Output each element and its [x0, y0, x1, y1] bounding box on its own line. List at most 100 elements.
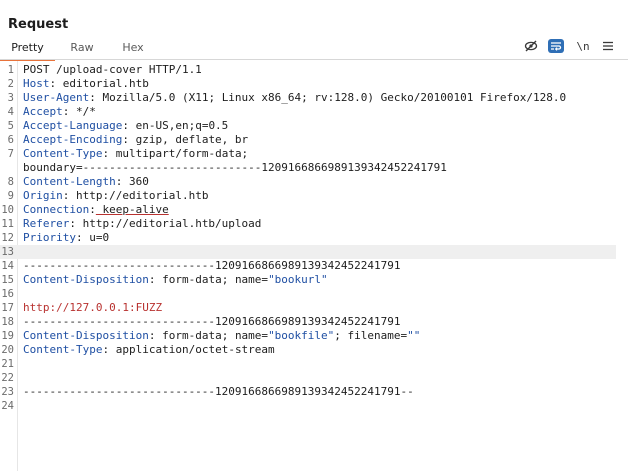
code-line[interactable]: 15 Content-Disposition: form-data; name="… [0, 273, 616, 287]
code-line[interactable]: 14 -----------------------------120916686… [0, 259, 616, 273]
line-number: 19 [1, 330, 14, 342]
line-number: 4 [7, 106, 14, 118]
line-number: 14 [1, 260, 14, 272]
code-line[interactable]: 2 Host: editorial.htb [0, 77, 616, 91]
header-value: form-data; name= [155, 273, 269, 286]
code-line[interactable]: 10 Connection: keep-alive [0, 203, 616, 217]
line-number: 17 [1, 302, 14, 314]
code-text: Accept: */* [23, 105, 96, 119]
code-line[interactable]: 17 http://127.0.0.1:FUZZ [0, 301, 616, 315]
tab-pretty[interactable]: Pretty [0, 38, 55, 61]
code-line[interactable]: 18 -----------------------------120916686… [0, 315, 616, 329]
code-line[interactable]: 7 Content-Type: multipart/form-data; [0, 147, 616, 161]
code-text: Content-Type: application/octet-stream [23, 343, 275, 357]
plain-text: -----------------------------12091668669… [23, 259, 401, 272]
code-line[interactable]: 5 Accept-Language: en-US,en;q=0.5 [0, 119, 616, 133]
quoted-value: "bookurl" [268, 273, 328, 286]
line-number: 10 [1, 204, 14, 216]
code-line[interactable]: 1 POST /upload-cover HTTP/1.1 [0, 63, 616, 77]
line-number: 11 [1, 218, 14, 230]
code-line[interactable]: 19 Content-Disposition: form-data; name="… [0, 329, 616, 343]
header-key: Accept-Language [23, 119, 123, 132]
code-line[interactable]: 12 Priority: u=0 [0, 231, 616, 245]
line-number: 24 [1, 400, 14, 412]
code-line[interactable]: 3 User-Agent: Mozilla/5.0 (X11; Linux x86… [0, 91, 616, 105]
code-text: Connection: keep-alive [23, 203, 169, 217]
header-key: Connection [23, 203, 90, 216]
code-text: boundary=---------------------------1209… [23, 161, 447, 175]
line-number: 16 [1, 288, 14, 300]
code-text: Content-Disposition: form-data; name="bo… [23, 273, 328, 287]
code-line[interactable]: 4 Accept: */* [0, 105, 616, 119]
code-text: Referer: http://editorial.htb/upload [23, 217, 261, 231]
header-key: Content-Disposition [23, 329, 149, 342]
header-key: Accept [23, 105, 63, 118]
header-separator: : [69, 217, 76, 230]
tab-raw[interactable]: Raw [62, 38, 102, 59]
line-number: 9 [7, 190, 14, 202]
plain-text: -----------------------------12091668669… [23, 315, 401, 328]
header-value: en-US,en;q=0.5 [128, 119, 229, 132]
header-value: Mozilla/5.0 (X11; Linux x86_64; rv:128.0… [95, 91, 567, 104]
line-number: 18 [1, 316, 14, 328]
header-separator: : [75, 231, 83, 244]
header-value: keep-alive [95, 203, 169, 216]
header-value: form-data; name= [155, 329, 269, 342]
code-text: Priority: u=0 [23, 231, 109, 245]
code-text: User-Agent: Mozilla/5.0 (X11; Linux x86_… [23, 91, 566, 105]
header-key: Priority [23, 231, 76, 244]
plain-text: -----------------------------12091668669… [23, 385, 414, 398]
code-line[interactable]: 11 Referer: http://editorial.htb/upload [0, 217, 616, 231]
line-number: 8 [7, 176, 14, 188]
header-value: multipart/form-data; [109, 147, 249, 160]
code-line[interactable]: 21 [0, 357, 616, 371]
header-key: Content-Length [23, 175, 116, 188]
header-key: Accept-Encoding [23, 133, 123, 146]
code-text: -----------------------------12091668669… [23, 259, 401, 273]
code-line[interactable]: 8 Content-Length: 360 [0, 175, 616, 189]
code-line[interactable]: 16 [0, 287, 616, 301]
header-separator: : [89, 91, 96, 104]
show-newlines-toggle[interactable]: \n [575, 39, 591, 53]
plain-text: POST /upload-cover HTTP/1.1 [23, 63, 202, 76]
header-key: User-Agent [23, 91, 90, 104]
header-key: Content-Disposition [23, 273, 149, 286]
code-text: Content-Disposition: form-data; name="bo… [23, 329, 420, 343]
code-line[interactable]: boundary=---------------------------1209… [0, 161, 616, 175]
text-wrap-icon[interactable] [548, 39, 564, 53]
quoted-value: "bookfile" [268, 329, 335, 342]
hamburger-menu-icon[interactable] [600, 39, 616, 53]
eye-slash-icon[interactable] [523, 39, 539, 53]
header-value-extra: ; filename= [334, 329, 408, 342]
tab-hex[interactable]: Hex [114, 38, 152, 59]
code-line[interactable]: 22 [0, 371, 616, 385]
code-line[interactable]: 23 -----------------------------120916686… [0, 385, 616, 399]
code-text: Origin: http://editorial.htb [23, 189, 208, 203]
code-line[interactable]: 9 Origin: http://editorial.htb [0, 189, 616, 203]
code-text: Accept-Encoding: gzip, deflate, br [23, 133, 248, 147]
header-value: 360 [122, 175, 149, 188]
code-text: -----------------------------12091668669… [23, 385, 414, 399]
line-number: 12 [1, 232, 14, 244]
header-value: gzip, deflate, br [128, 133, 249, 146]
header-value: http://editorial.htb/upload [75, 217, 262, 230]
header-key: Origin [23, 189, 63, 202]
code-line[interactable]: 6 Accept-Encoding: gzip, deflate, br [0, 133, 616, 147]
line-number: 21 [1, 358, 14, 370]
code-text: POST /upload-cover HTTP/1.1 [23, 63, 202, 77]
header-value: u=0 [82, 231, 110, 244]
header-key: Content-Type [23, 147, 103, 160]
code-text: http://127.0.0.1:FUZZ [23, 301, 162, 315]
code-line[interactable]: 13 [0, 245, 616, 259]
line-number: 20 [1, 344, 14, 356]
line-number: 15 [1, 274, 14, 286]
code-line[interactable]: 20 Content-Type: application/octet-stream [0, 343, 616, 357]
header-value: http://editorial.htb [69, 189, 209, 202]
line-number: 13 [1, 246, 14, 258]
header-value: application/octet-stream [109, 343, 275, 356]
line-number: 23 [1, 386, 14, 398]
request-editor[interactable]: 1 POST /upload-cover HTTP/1.1 2 Host: edito… [0, 61, 628, 471]
header-value: editorial.htb [56, 77, 149, 90]
code-text: -----------------------------12091668669… [23, 315, 401, 329]
code-line[interactable]: 24 [0, 399, 616, 413]
